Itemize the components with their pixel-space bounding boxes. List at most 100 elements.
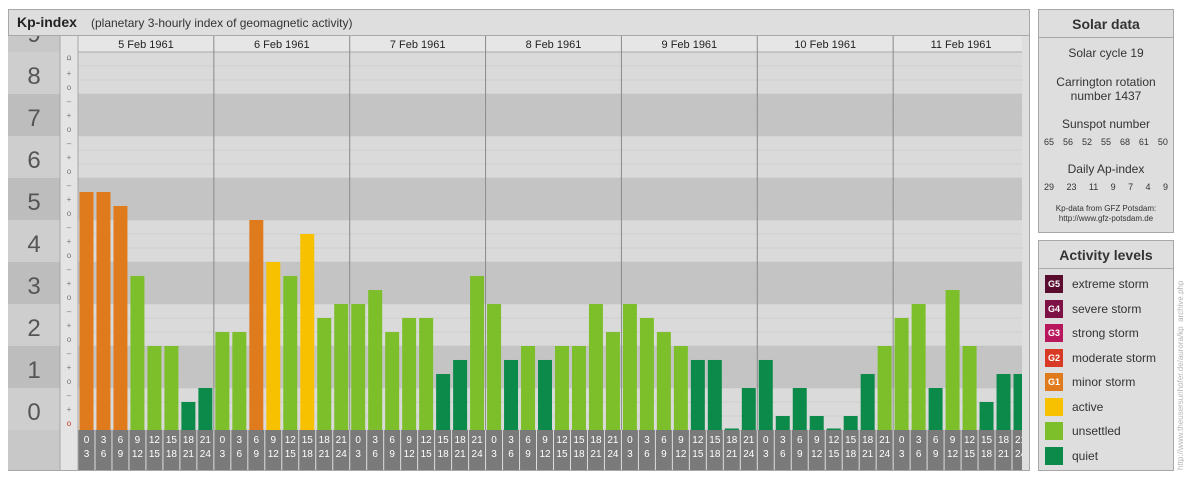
hour-start-label: 15 [438, 435, 450, 446]
hour-end-label: 21 [183, 449, 195, 460]
hour-start-label: 21 [1015, 435, 1022, 446]
legend-swatch: G5 [1045, 275, 1063, 293]
sunspot-title: Sunspot number [1061, 117, 1151, 131]
grid-band [78, 262, 1022, 304]
watermark-url: http://www.theusersunhofer.de/aurora/kp_… [1176, 280, 1184, 470]
minor-tick-symbol: – [67, 307, 72, 316]
activity-levels-title: Activity levels [1039, 241, 1173, 269]
kp-bar [487, 304, 502, 430]
kp-bar [639, 317, 654, 430]
kp-bar [894, 317, 909, 430]
grid-band [78, 52, 1022, 94]
hour-start-label: 6 [797, 435, 803, 446]
kp-bar [300, 233, 315, 430]
day-label: 11 Feb 1961 [931, 39, 992, 51]
minor-tick-symbol: o [67, 125, 72, 134]
hour-start-label: 12 [421, 435, 433, 446]
hour-end-label: 3 [763, 449, 769, 460]
sunspot-value: 65 [1044, 137, 1055, 147]
kp-bar [962, 346, 977, 430]
carrington-rotation-label: Carrington rotation [1056, 75, 1156, 89]
kp-bar [504, 359, 519, 430]
hour-end-label: 3 [84, 449, 90, 460]
ap-index-value: 7 [1128, 182, 1134, 192]
kp-bar [945, 290, 960, 430]
sunspot-value: 55 [1100, 137, 1111, 147]
hour-start-label: 21 [879, 435, 891, 446]
day-label: 8 Feb 1961 [526, 39, 582, 51]
hour-start-label: 3 [237, 435, 243, 446]
kp-bar [775, 416, 790, 430]
kp-bar [521, 346, 536, 430]
kp-bar [79, 191, 94, 430]
kp-bar [453, 359, 468, 430]
hour-end-label: 12 [539, 449, 551, 460]
y-tick-label: 5 [27, 189, 40, 216]
ap-index-value: 9 [1110, 182, 1116, 192]
hour-start-label: 0 [491, 435, 497, 446]
kp-bar [555, 346, 569, 430]
kp-bar [317, 317, 332, 430]
hour-start-label: 6 [389, 435, 395, 446]
y-tick-label: 1 [27, 357, 40, 384]
kp-bar [588, 304, 603, 430]
hour-end-label: 6 [101, 449, 107, 460]
hour-end-label: 9 [933, 449, 939, 460]
hour-end-label: 24 [336, 449, 348, 460]
hour-end-label: 9 [661, 449, 667, 460]
hour-start-label: 21 [200, 435, 212, 446]
ap-index-value: 29 [1044, 182, 1055, 192]
legend-swatch: G2 [1045, 348, 1063, 367]
day-label: 9 Feb 1961 [662, 39, 718, 51]
hour-start-label: 0 [220, 435, 226, 446]
hour-end-label: 24 [1015, 449, 1022, 460]
hour-start-label: 18 [862, 435, 874, 446]
hour-start-label: 0 [355, 435, 361, 446]
solar-data-panel: Solar data Solar cycle 19 Carrington rot… [1038, 9, 1174, 233]
hour-start-label: 3 [101, 435, 107, 446]
day-label: 6 Feb 1961 [254, 39, 310, 51]
hour-end-label: 9 [118, 449, 124, 460]
kp-bar [911, 304, 926, 430]
activity-levels-panel: Activity levels G5 extreme storm G4 severe … [1038, 240, 1174, 471]
hour-start-label: 18 [590, 435, 602, 446]
chart-subtitle: (planetary 3-hourly index of geomagnetic… [91, 16, 353, 30]
hour-start-label: 18 [455, 435, 467, 446]
kp-bar [979, 401, 994, 430]
hour-end-label: 3 [627, 449, 633, 460]
source-label: Kp-data from GFZ Potsdam: [1055, 204, 1157, 213]
legend-swatch [1045, 446, 1063, 465]
kp-bar [198, 388, 213, 430]
kp-bar [164, 346, 179, 430]
minor-tick-symbol: o [67, 419, 72, 428]
hour-start-label: 15 [709, 435, 721, 446]
hour-end-label: 24 [200, 449, 212, 460]
hour-end-label: 18 [573, 449, 585, 460]
hour-end-label: 6 [916, 449, 922, 460]
hour-end-label: 15 [692, 449, 704, 460]
minor-tick-symbol: – [67, 181, 72, 190]
hour-end-label: 6 [644, 449, 650, 460]
hour-start-label: 12 [692, 435, 704, 446]
sunspot-value: 52 [1081, 137, 1092, 147]
hour-end-label: 18 [166, 449, 178, 460]
ap-index-title: Daily Ap-index [1067, 162, 1145, 176]
y-tick-label: 6 [27, 147, 40, 174]
legend-label: severe storm [1072, 301, 1142, 316]
kp-bar [1013, 374, 1022, 430]
hour-end-label: 3 [491, 449, 497, 460]
sunspot-value: 61 [1138, 137, 1149, 147]
hour-start-label: 0 [627, 435, 633, 446]
hour-end-label: 21 [590, 449, 602, 460]
hour-end-label: 18 [709, 449, 721, 460]
hour-end-label: 3 [899, 449, 905, 460]
hour-end-label: 21 [998, 449, 1010, 460]
legend-swatch: G1 [1045, 373, 1063, 391]
y-tick-label: 2 [27, 315, 40, 342]
hour-start-label: 0 [763, 435, 769, 446]
grid-band [78, 178, 1022, 220]
kp-bar [996, 374, 1011, 430]
day-label: 7 Feb 1961 [390, 39, 446, 51]
ap-index-value: 11 [1088, 182, 1099, 192]
hour-start-label: 12 [964, 435, 976, 446]
